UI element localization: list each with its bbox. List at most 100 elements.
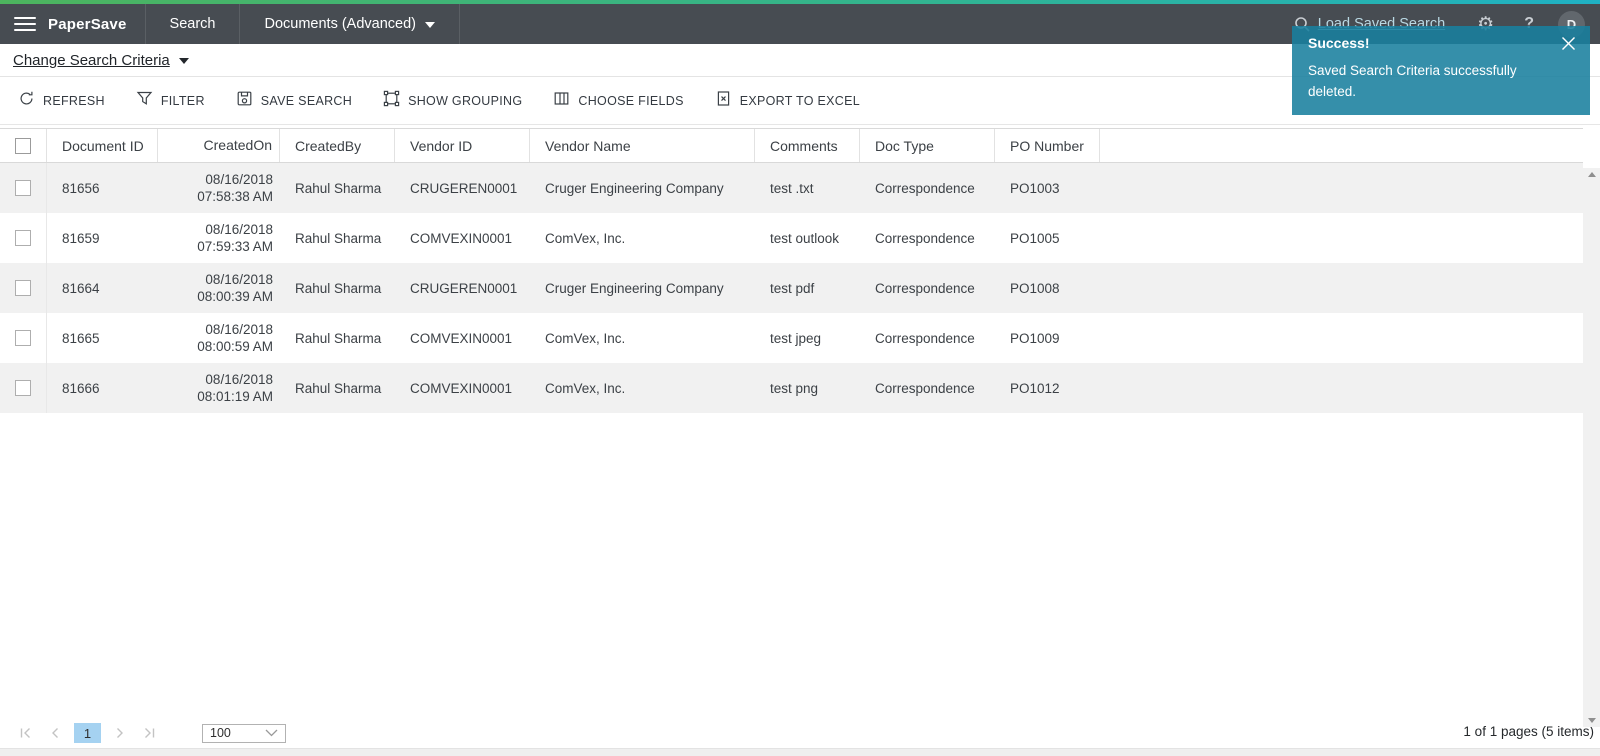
cell-doc-type: Correspondence [860,213,995,263]
cell-document-id: 81656 [47,163,158,213]
cell-comments: test pdf [755,263,860,313]
chevron-down-icon[interactable] [179,58,189,64]
cell-createdon: 08/16/201807:59:33 AM [158,213,280,263]
save-search-button[interactable]: SAVE SEARCH [236,90,352,112]
cell-vendor-id: COMVEXIN0001 [395,313,530,363]
column-header-document-id[interactable]: Document ID [47,129,158,162]
export-to-excel-button[interactable]: EXPORT TO EXCEL [715,90,860,112]
cell-doc-type: Correspondence [860,163,995,213]
nav-tab-documents-advanced[interactable]: Documents (Advanced) [240,4,460,44]
cell-createdby: Rahul Sharma [280,263,395,313]
change-search-criteria-link[interactable]: Change Search Criteria [13,52,170,69]
header-select-cell [0,129,47,162]
cell-createdby: Rahul Sharma [280,163,395,213]
cell-document-id: 81666 [47,363,158,413]
pagination: 1 100 [10,718,286,748]
column-header-vendor-id[interactable]: Vendor ID [395,129,530,162]
column-header-createdby[interactable]: CreatedBy [280,129,395,162]
footer-strip [0,748,1600,756]
cell-createdon: 08/16/201808:01:19 AM [158,363,280,413]
toast-title: Success! [1308,35,1574,51]
cell-doc-type: Correspondence [860,313,995,363]
column-header-doc-type[interactable]: Doc Type [860,129,995,162]
cell-comments: test jpeg [755,313,860,363]
pagination-status: 1 of 1 pages (5 items) [1463,724,1594,739]
show-grouping-label: SHOW GROUPING [408,94,522,108]
cell-po-number: PO1009 [995,313,1100,363]
column-header-po-number[interactable]: PO Number [995,129,1100,162]
column-header-filler [1100,129,1583,162]
previous-page-button[interactable] [40,722,70,744]
excel-icon [715,90,732,112]
row-checkbox[interactable] [15,330,31,346]
table-row[interactable]: 81656 08/16/201807:58:38 AM Rahul Sharma… [0,163,1583,213]
brand-name: PaperSave [48,16,127,33]
success-toast: Success! Saved Search Criteria successfu… [1292,26,1590,115]
cell-createdby: Rahul Sharma [280,313,395,363]
brand-menu[interactable]: PaperSave [0,4,146,44]
refresh-button[interactable]: REFRESH [18,90,105,112]
cell-vendor-name: ComVex, Inc. [530,213,755,263]
refresh-icon [18,90,35,112]
cell-vendor-name: Cruger Engineering Company [530,163,755,213]
last-page-button[interactable] [135,722,165,744]
cell-comments: test png [755,363,860,413]
documents-grid: Document ID CreatedOn CreatedBy Vendor I… [0,128,1583,413]
cell-createdby: Rahul Sharma [280,363,395,413]
column-header-comments[interactable]: Comments [755,129,860,162]
cell-po-number: PO1008 [995,263,1100,313]
cell-doc-type: Correspondence [860,363,995,413]
refresh-label: REFRESH [43,94,105,108]
grid-header-row: Document ID CreatedOn CreatedBy Vendor I… [0,128,1583,163]
scroll-down-icon[interactable] [1588,718,1596,723]
cell-vendor-id: COMVEXIN0001 [395,363,530,413]
table-row[interactable]: 81659 08/16/201807:59:33 AM Rahul Sharma… [0,213,1583,263]
filter-icon [136,90,153,112]
cell-vendor-id: CRUGEREN0001 [395,163,530,213]
table-row[interactable]: 81666 08/16/201808:01:19 AM Rahul Sharma… [0,363,1583,413]
scroll-up-icon[interactable] [1588,172,1596,177]
page-size-select[interactable]: 100 [202,724,286,743]
cell-document-id: 81665 [47,313,158,363]
nav-tab-search[interactable]: Search [146,4,241,44]
columns-icon [553,90,570,112]
column-header-vendor-name[interactable]: Vendor Name [530,129,755,162]
save-search-label: SAVE SEARCH [261,94,352,108]
cell-vendor-name: ComVex, Inc. [530,313,755,363]
navbar-left: PaperSave Search Documents (Advanced) [0,4,460,44]
row-checkbox[interactable] [15,180,31,196]
cell-document-id: 81664 [47,263,158,313]
cell-po-number: PO1005 [995,213,1100,263]
cell-createdby: Rahul Sharma [280,213,395,263]
row-checkbox[interactable] [15,380,31,396]
cell-vendor-id: CRUGEREN0001 [395,263,530,313]
close-icon[interactable] [1560,35,1577,52]
choose-fields-label: CHOOSE FIELDS [578,94,683,108]
column-header-createdon[interactable]: CreatedOn [158,129,280,162]
row-checkbox[interactable] [15,230,31,246]
cell-po-number: PO1012 [995,363,1100,413]
cell-comments: test .txt [755,163,860,213]
cell-po-number: PO1003 [995,163,1100,213]
cell-comments: test outlook [755,213,860,263]
filter-button[interactable]: FILTER [136,90,205,112]
cell-vendor-id: COMVEXIN0001 [395,213,530,263]
row-checkbox[interactable] [15,280,31,296]
table-row[interactable]: 81664 08/16/201808:00:39 AM Rahul Sharma… [0,263,1583,313]
hamburger-menu-icon[interactable] [14,17,36,31]
show-grouping-button[interactable]: SHOW GROUPING [383,90,522,112]
cell-createdon: 08/16/201808:00:59 AM [158,313,280,363]
nav-tab-documents-label: Documents (Advanced) [264,16,416,32]
grouping-icon [383,90,400,112]
cell-doc-type: Correspondence [860,263,995,313]
nav-tab-search-label: Search [170,16,216,32]
table-row[interactable]: 81665 08/16/201808:00:59 AM Rahul Sharma… [0,313,1583,363]
next-page-button[interactable] [105,722,135,744]
cell-vendor-name: Cruger Engineering Company [530,263,755,313]
cell-createdon: 08/16/201807:58:38 AM [158,163,280,213]
select-all-checkbox[interactable] [15,138,31,154]
first-page-button[interactable] [10,722,40,744]
current-page-button[interactable]: 1 [74,723,101,743]
vertical-scrollbar[interactable] [1583,168,1600,727]
choose-fields-button[interactable]: CHOOSE FIELDS [553,90,683,112]
